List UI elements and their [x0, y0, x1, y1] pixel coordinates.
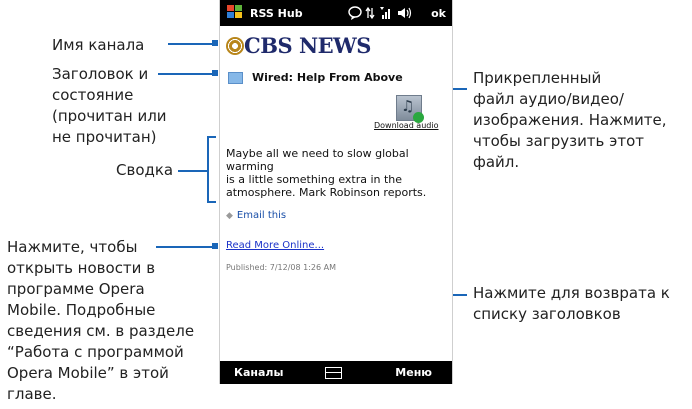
callout-line: изображения. Нажмите, — [473, 111, 667, 129]
connector-read-more — [156, 246, 214, 248]
phone-screen: RSS Hub ok CBS NEWS Wired: Help From Abo… — [219, 0, 453, 384]
callout-line: сведения см. в разделе — [7, 322, 195, 340]
connector-summary — [178, 170, 207, 172]
read-more-online-link[interactable]: Read More Online... — [226, 240, 324, 251]
headline-row[interactable]: Wired: Help From Above — [228, 70, 448, 90]
connector-dot — [212, 70, 218, 76]
connector-dot — [212, 40, 218, 46]
envelope-icon — [228, 72, 243, 84]
email-this-link[interactable]: ◆ Email this — [226, 210, 286, 221]
summary-bracket-top — [207, 136, 216, 138]
summary-bracket — [207, 136, 209, 202]
signal-icon[interactable] — [380, 7, 390, 19]
summary-line: atmosphere. Mark Robinson reports. — [226, 186, 427, 199]
channel-name: CBS NEWS — [244, 33, 371, 58]
volume-icon[interactable] — [398, 7, 412, 19]
connection-icon[interactable] — [365, 6, 375, 20]
chat-icon[interactable] — [348, 6, 362, 20]
cbs-eye-icon — [226, 37, 244, 55]
callout-line: состояние — [52, 86, 134, 104]
windows-logo-icon[interactable] — [227, 5, 243, 20]
article-summary: Maybe all we need to slow global warming… — [226, 147, 448, 199]
callout-channel-name-text: Имя канала — [52, 36, 145, 54]
callout-back-to-headlines: Нажмите для возврата к списку заголовков — [473, 283, 670, 325]
callout-line: программе Opera — [7, 280, 145, 298]
status-icons — [348, 6, 412, 20]
channel-header: CBS NEWS — [226, 33, 406, 58]
callout-line: Прикрепленный — [473, 69, 602, 87]
app-title: RSS Hub — [250, 7, 303, 20]
summary-line: is a little something extra in the — [226, 173, 403, 186]
summary-line: Maybe all we need to slow global warming — [226, 147, 409, 173]
callout-line: (прочитан или — [52, 107, 167, 125]
callout-line: открыть новости в — [7, 259, 156, 277]
published-date: Published: 7/12/08 1:26 AM — [226, 263, 337, 272]
audio-attachment[interactable]: ♫ Download audio — [374, 95, 444, 133]
callout-attachment: Прикрепленный файл аудио/видео/ изображе… — [473, 68, 692, 173]
callout-line: Opera Mobile” в этой — [7, 364, 169, 382]
softkey-bar: Каналы Меню — [220, 361, 452, 384]
callout-line: Нажмите для возврата к — [473, 284, 670, 302]
callout-line: Нажмите, чтобы — [7, 238, 138, 256]
connector-headline — [158, 73, 214, 75]
callout-channel-name: Имя канала — [52, 35, 144, 56]
diamond-bullet-icon: ◆ — [226, 211, 233, 221]
connector-dot — [212, 243, 218, 249]
download-audio-link[interactable]: Download audio — [374, 121, 438, 130]
channels-softkey[interactable]: Каналы — [234, 366, 283, 379]
keyboard-icon[interactable] — [325, 367, 342, 379]
title-bar: RSS Hub ok — [220, 0, 452, 26]
callout-line: не прочитан) — [52, 128, 157, 146]
callout-line: файл аудио/видео/ — [473, 90, 624, 108]
callout-summary-text: Сводка — [116, 161, 174, 179]
menu-softkey[interactable]: Меню — [395, 366, 432, 379]
callout-summary: Сводка — [116, 160, 173, 181]
headline-title: Wired: Help From Above — [252, 71, 403, 84]
callout-line: чтобы загрузить этот файл. — [473, 132, 645, 171]
summary-bracket-bottom — [207, 201, 216, 203]
ok-button[interactable]: ok — [431, 7, 446, 20]
callout-line: “Работа с программой — [7, 343, 184, 361]
connector-channel-name — [168, 43, 214, 45]
callout-open-news: Нажмите, чтобы открыть новости в програм… — [7, 237, 194, 405]
callout-line: Mobile. Подробные — [7, 301, 156, 319]
callout-headline-status: Заголовок и состояние (прочитан или не п… — [52, 64, 167, 148]
callout-line: Заголовок и — [52, 65, 149, 83]
callout-line: списку заголовков — [473, 305, 621, 323]
callout-line: главе. — [7, 385, 57, 403]
audio-attachment-icon[interactable]: ♫ — [396, 95, 424, 123]
email-this-label: Email this — [236, 210, 287, 221]
